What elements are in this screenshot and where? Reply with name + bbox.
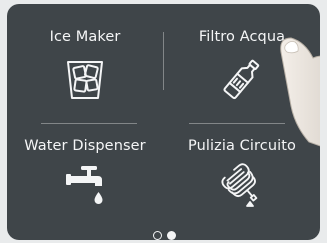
tile-filtro-acqua[interactable]: Filtro Acqua [164, 14, 320, 122]
coiled-hose-icon [219, 162, 265, 208]
tile-pulizia-circuito[interactable]: Pulizia Circuito [164, 132, 320, 240]
tile-label: Water Dispenser [24, 138, 146, 154]
page-indicator [153, 231, 193, 240]
tile-ice-maker[interactable]: Ice Maker [7, 14, 163, 122]
tile-water-dispenser[interactable]: Water Dispenser [7, 132, 163, 240]
menu-panel: Ice Maker Filtro Acqua Water Dispenser P… [7, 4, 320, 240]
grid-divider-horizontal-left [41, 123, 137, 124]
page-dot-1[interactable] [153, 231, 162, 240]
grid-divider-vertical [163, 32, 164, 90]
page-dot-2[interactable] [167, 231, 176, 240]
grid-divider-horizontal-right [189, 123, 285, 124]
tile-label: Pulizia Circuito [187, 138, 296, 154]
tile-label: Ice Maker [49, 29, 121, 45]
ice-glass-icon [62, 56, 108, 102]
water-bottle-icon [219, 56, 265, 102]
faucet-icon [62, 162, 108, 208]
tile-label: Filtro Acqua [198, 29, 286, 45]
